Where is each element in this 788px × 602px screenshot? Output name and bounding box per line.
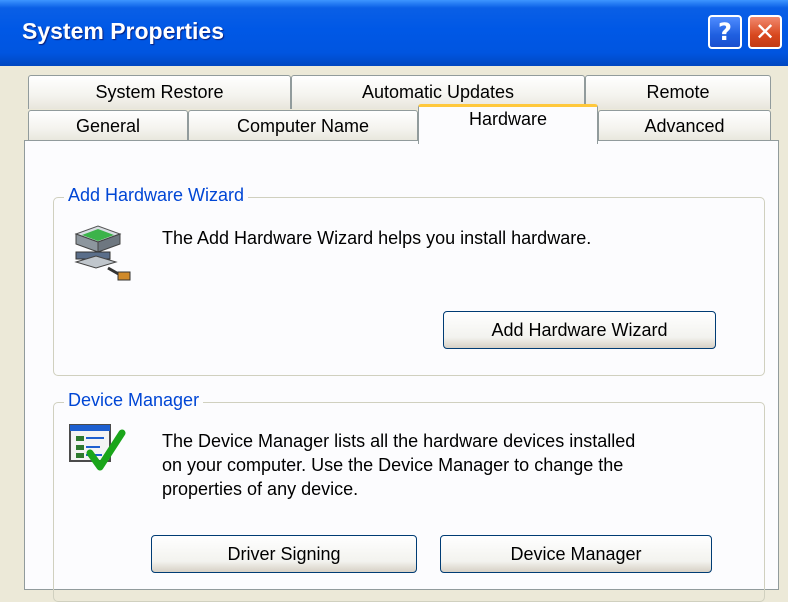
window-title: System Properties — [22, 18, 224, 44]
description-line: on your computer. Use the Device Manager… — [162, 455, 624, 475]
tab-label: Advanced — [644, 115, 725, 136]
tab-computer-name[interactable]: Computer Name — [188, 110, 418, 141]
tab-label: Automatic Updates — [361, 82, 515, 102]
description-line: properties of any device. — [162, 479, 359, 499]
button-label: Device Manager — [510, 543, 642, 564]
device-manager-description: The Device Manager lists all the hardwar… — [162, 429, 762, 501]
button-label: Add Hardware Wizard — [491, 319, 668, 340]
add-hardware-wizard-button[interactable]: Add Hardware Wizard — [443, 311, 716, 349]
device-manager-group: Device Manager The Device Manager lists … — [53, 390, 765, 602]
add-hardware-description: The Add Hardware Wizard helps you instal… — [162, 228, 592, 248]
close-button[interactable]: ✕ — [748, 15, 782, 49]
help-button[interactable]: ? — [708, 15, 742, 49]
tab-label: Remote — [646, 82, 710, 102]
tab-label: System Restore — [95, 82, 224, 102]
hardware-page: Add Hardware Wizard The Add Hardware Wiz… — [24, 140, 779, 602]
tab-label: Hardware — [468, 109, 548, 129]
group-label: Add Hardware Wizard — [64, 185, 249, 206]
close-icon: ✕ — [754, 18, 776, 46]
tab-label: General — [75, 115, 141, 136]
tab-remote[interactable]: Remote — [585, 75, 771, 109]
device-manager-button[interactable]: Device Manager — [440, 535, 712, 573]
help-icon: ? — [718, 18, 732, 46]
add-hardware-group: Add Hardware Wizard The Add Hardware Wiz… — [53, 185, 765, 376]
title-bar[interactable]: System Properties ? ✕ — [0, 0, 788, 66]
driver-signing-button[interactable]: Driver Signing — [151, 535, 417, 573]
hardware-wizard-icon — [74, 225, 131, 281]
tab-system-restore[interactable]: System Restore — [28, 75, 291, 109]
tab-label: Computer Name — [236, 115, 370, 136]
tab-advanced[interactable]: Advanced — [598, 110, 771, 141]
group-label: Device Manager — [64, 390, 204, 411]
button-label: Driver Signing — [227, 543, 341, 564]
description-line: The Device Manager lists all the hardwar… — [162, 431, 636, 451]
tab-general[interactable]: General — [28, 110, 188, 141]
tab-hardware[interactable]: Hardware — [418, 104, 598, 144]
device-manager-icon — [69, 424, 126, 471]
